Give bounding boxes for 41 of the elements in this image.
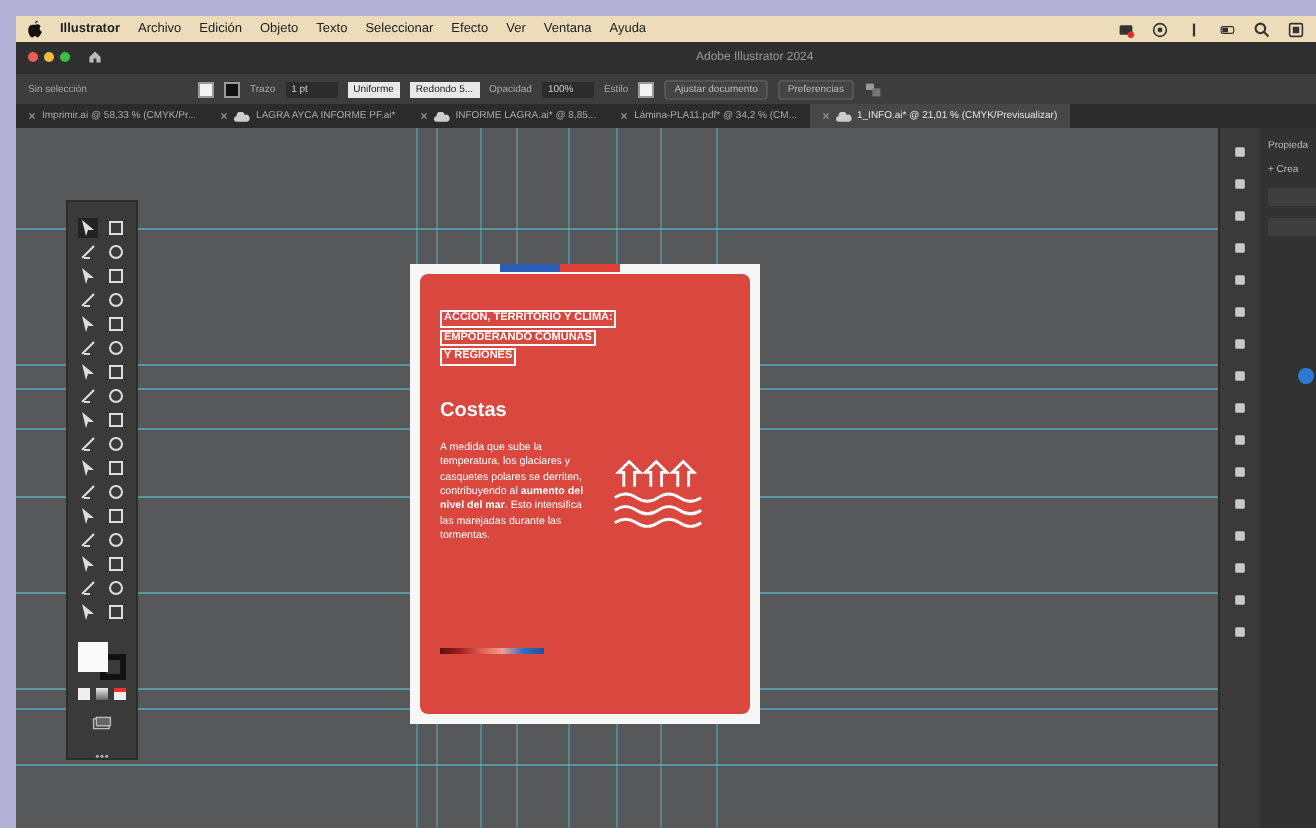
gradient-mode-icon[interactable] bbox=[96, 687, 108, 700]
cloud-icon bbox=[433, 111, 450, 121]
tool-icon[interactable] bbox=[78, 578, 98, 598]
none-mode-icon[interactable] bbox=[114, 687, 126, 700]
control-center-icon[interactable] bbox=[1288, 21, 1304, 37]
circle-icon bbox=[1298, 368, 1314, 384]
screen-mode-icon[interactable] bbox=[90, 715, 114, 730]
tool-icon[interactable] bbox=[78, 434, 98, 454]
fill-color-swatch[interactable] bbox=[78, 642, 108, 672]
zoom-button[interactable] bbox=[60, 52, 70, 62]
close-icon[interactable] bbox=[220, 112, 229, 120]
tool-icon[interactable] bbox=[78, 290, 98, 310]
arrange-icon[interactable] bbox=[863, 81, 884, 97]
tool-icon[interactable] bbox=[78, 482, 98, 502]
tool-icon[interactable] bbox=[78, 338, 98, 358]
minimize-button[interactable] bbox=[44, 52, 54, 62]
rising-sea-drawing bbox=[612, 457, 704, 530]
stroke-swatch[interactable] bbox=[224, 81, 240, 97]
tool-icon[interactable] bbox=[78, 218, 98, 238]
tool-icon[interactable] bbox=[78, 530, 98, 550]
battery-icon[interactable] bbox=[1220, 21, 1236, 37]
tool-icon[interactable] bbox=[78, 242, 98, 262]
status-icon[interactable] bbox=[1118, 21, 1134, 37]
cloud-icon bbox=[835, 111, 851, 121]
close-icon[interactable] bbox=[419, 112, 428, 120]
close-icon[interactable] bbox=[821, 112, 829, 120]
card-heading: Costas bbox=[440, 399, 509, 422]
fill-swatch[interactable] bbox=[198, 81, 214, 97]
close-icon[interactable] bbox=[28, 112, 36, 120]
more-icon[interactable] bbox=[94, 753, 110, 758]
color-bar bbox=[440, 648, 544, 654]
target-icon[interactable] bbox=[1152, 21, 1168, 37]
search-icon[interactable] bbox=[1254, 21, 1270, 37]
apple-icon[interactable] bbox=[28, 20, 42, 38]
close-button[interactable] bbox=[28, 52, 38, 62]
home-icon[interactable] bbox=[88, 50, 102, 64]
close-icon[interactable] bbox=[620, 112, 629, 120]
style-swatch[interactable] bbox=[638, 81, 655, 97]
color-mode-icon[interactable] bbox=[78, 687, 90, 700]
tool-icon[interactable] bbox=[78, 386, 98, 406]
cloud-icon bbox=[234, 111, 251, 121]
